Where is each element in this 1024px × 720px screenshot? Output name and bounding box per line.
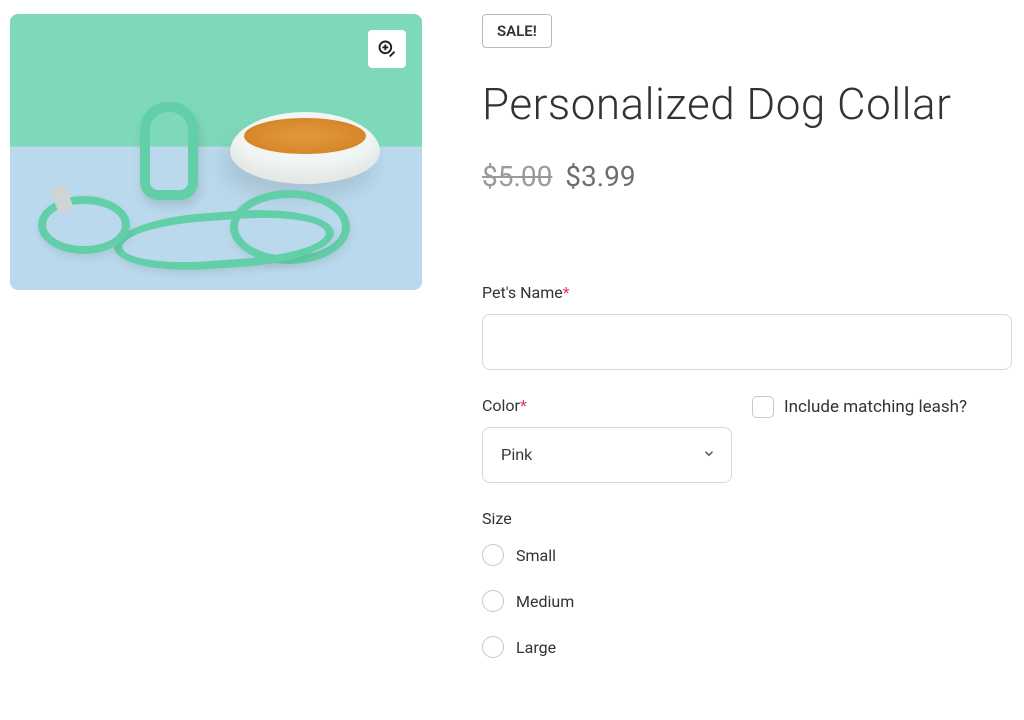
color-leash-row: Color* Pink Include matching leash?: [482, 396, 1012, 483]
product-page: SALE! Personalized Dog Collar $5.00 $3.9…: [10, 14, 1014, 684]
pet-name-label: Pet's Name*: [482, 283, 1012, 302]
product-image[interactable]: [10, 14, 422, 290]
pet-name-label-text: Pet's Name: [482, 283, 563, 302]
size-option-label: Medium: [516, 592, 574, 611]
required-mark: *: [520, 396, 527, 415]
size-option-label: Small: [516, 546, 556, 565]
color-select[interactable]: Pink: [482, 427, 732, 483]
radio-icon: [482, 636, 504, 658]
size-option-medium[interactable]: Medium: [482, 590, 1012, 612]
pet-name-field: Pet's Name*: [482, 283, 1012, 370]
size-field: Size Small Medium Large: [482, 509, 1012, 658]
size-label: Size: [482, 509, 1012, 528]
color-label-text: Color: [482, 396, 520, 415]
product-title: Personalized Dog Collar: [482, 78, 1012, 130]
zoom-in-icon: [377, 39, 397, 59]
size-option-large[interactable]: Large: [482, 636, 1012, 658]
radio-icon: [482, 590, 504, 612]
bowl-illustration: [230, 112, 380, 184]
leash-checkbox-field[interactable]: Include matching leash?: [752, 396, 1012, 418]
color-label: Color*: [482, 396, 732, 415]
leash-illustration: [112, 204, 335, 275]
size-radio-group: Small Medium Large: [482, 544, 1012, 658]
pet-name-input[interactable]: [482, 314, 1012, 370]
size-option-label: Large: [516, 638, 556, 657]
collar-illustration: [140, 102, 198, 200]
required-mark: *: [563, 283, 570, 302]
color-field: Color* Pink: [482, 396, 732, 483]
leash-illustration: [38, 196, 130, 254]
leash-checkbox[interactable]: [752, 396, 774, 418]
size-option-small[interactable]: Small: [482, 544, 1012, 566]
sale-badge: SALE!: [482, 14, 552, 48]
zoom-button[interactable]: [368, 30, 406, 68]
price-sale: $3.99: [565, 160, 635, 193]
radio-icon: [482, 544, 504, 566]
product-details: SALE! Personalized Dog Collar $5.00 $3.9…: [482, 14, 1012, 684]
leash-checkbox-label: Include matching leash?: [784, 397, 967, 417]
price-original: $5.00: [482, 160, 552, 193]
product-image-section: [10, 14, 422, 684]
price: $5.00 $3.99: [482, 160, 1012, 193]
